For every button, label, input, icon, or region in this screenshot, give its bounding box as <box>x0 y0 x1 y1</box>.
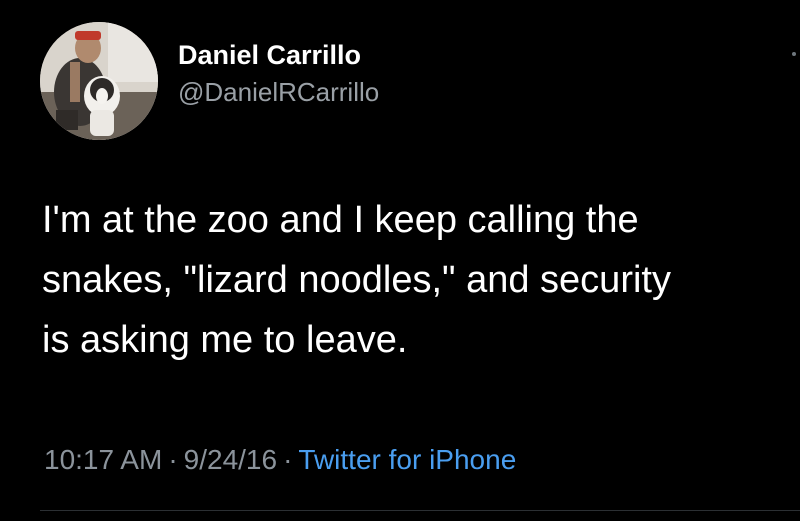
tweet-date: 9/24/16 <box>183 444 278 475</box>
meta-separator: · <box>168 444 178 475</box>
user-handle[interactable]: @DanielRCarrillo <box>178 74 379 110</box>
tweet-metadata: 10:17 AM · 9/24/16 · Twitter for iPhone <box>44 440 516 480</box>
tweet-time: 10:17 AM <box>44 444 163 475</box>
more-options-dot <box>792 52 796 56</box>
avatar-photo-icon <box>40 22 158 140</box>
user-info: Daniel Carrillo @DanielRCarrillo <box>178 38 379 110</box>
tweet-card: Daniel Carrillo @DanielRCarrillo I'm at … <box>0 0 800 521</box>
avatar[interactable] <box>40 22 158 140</box>
display-name[interactable]: Daniel Carrillo <box>178 38 379 72</box>
meta-separator: · <box>283 444 293 475</box>
divider <box>40 510 800 511</box>
tweet-source-link[interactable]: Twitter for iPhone <box>298 444 516 475</box>
tweet-text: I'm at the zoo and I keep calling the sn… <box>42 199 671 361</box>
more-options-icon[interactable] <box>792 52 798 62</box>
